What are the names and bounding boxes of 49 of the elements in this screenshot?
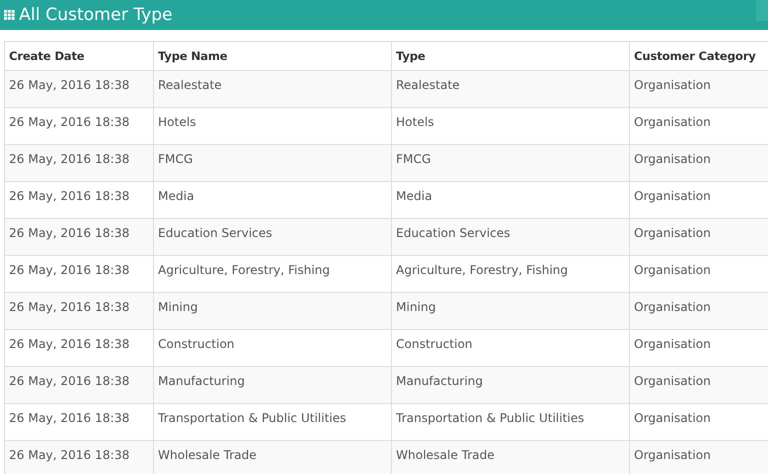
table-cell: Manufacturing [392, 366, 630, 404]
table-cell: FMCG [154, 144, 392, 182]
table-cell: Media [154, 182, 392, 218]
table-cell: Agriculture, Forestry, Fishing [392, 256, 630, 292]
table-cell: Organisation [630, 256, 768, 292]
table-cell: Organisation [630, 218, 768, 256]
table-cell: Organisation [630, 182, 768, 218]
table-cell: Transportation & Public Utilities [392, 404, 630, 440]
table-cell: 26 May, 2016 18:38 [4, 404, 154, 440]
table-cell: Organisation [630, 70, 768, 108]
table-cell: Organisation [630, 404, 768, 440]
table-cell: Organisation [630, 108, 768, 144]
page-title: All Customer Type [19, 5, 173, 25]
table-cell: Manufacturing [154, 366, 392, 404]
column-header: Create Date [4, 42, 154, 70]
grid-icon [4, 10, 15, 20]
table-cell: Organisation [630, 330, 768, 366]
table-cell: Agriculture, Forestry, Fishing [154, 256, 392, 292]
table-cell: 26 May, 2016 18:38 [4, 330, 154, 366]
table-cell: 26 May, 2016 18:38 [4, 440, 154, 474]
table-cell: 26 May, 2016 18:38 [4, 256, 154, 292]
table-cell: Organisation [630, 292, 768, 330]
column-header: Type Name [154, 42, 392, 70]
table-cell: Organisation [630, 440, 768, 474]
table-cell: Realestate [154, 70, 392, 108]
table-cell: Wholesale Trade [154, 440, 392, 474]
column-header: Type [392, 42, 630, 70]
table-cell: Organisation [630, 366, 768, 404]
table-cell: 26 May, 2016 18:38 [4, 292, 154, 330]
table-cell: Media [392, 182, 630, 218]
table-cell: 26 May, 2016 18:38 [4, 108, 154, 144]
table-cell: Education Services [154, 218, 392, 256]
table-cell: Organisation [630, 144, 768, 182]
table-cell: 26 May, 2016 18:38 [4, 70, 154, 108]
table-cell: 26 May, 2016 18:38 [4, 144, 154, 182]
table-cell: Mining [392, 292, 630, 330]
table-cell: Education Services [392, 218, 630, 256]
table-cell: Hotels [154, 108, 392, 144]
table-cell: 26 May, 2016 18:38 [4, 218, 154, 256]
table-cell: FMCG [392, 144, 630, 182]
table-cell: Construction [392, 330, 630, 366]
table-cell: Hotels [392, 108, 630, 144]
table-cell: Construction [154, 330, 392, 366]
table-cell: Realestate [392, 70, 630, 108]
table-cell: 26 May, 2016 18:38 [4, 182, 154, 218]
table-cell: Mining [154, 292, 392, 330]
table-cell: 26 May, 2016 18:38 [4, 366, 154, 404]
table-cell: Wholesale Trade [392, 440, 630, 474]
table-cell: Transportation & Public Utilities [154, 404, 392, 440]
